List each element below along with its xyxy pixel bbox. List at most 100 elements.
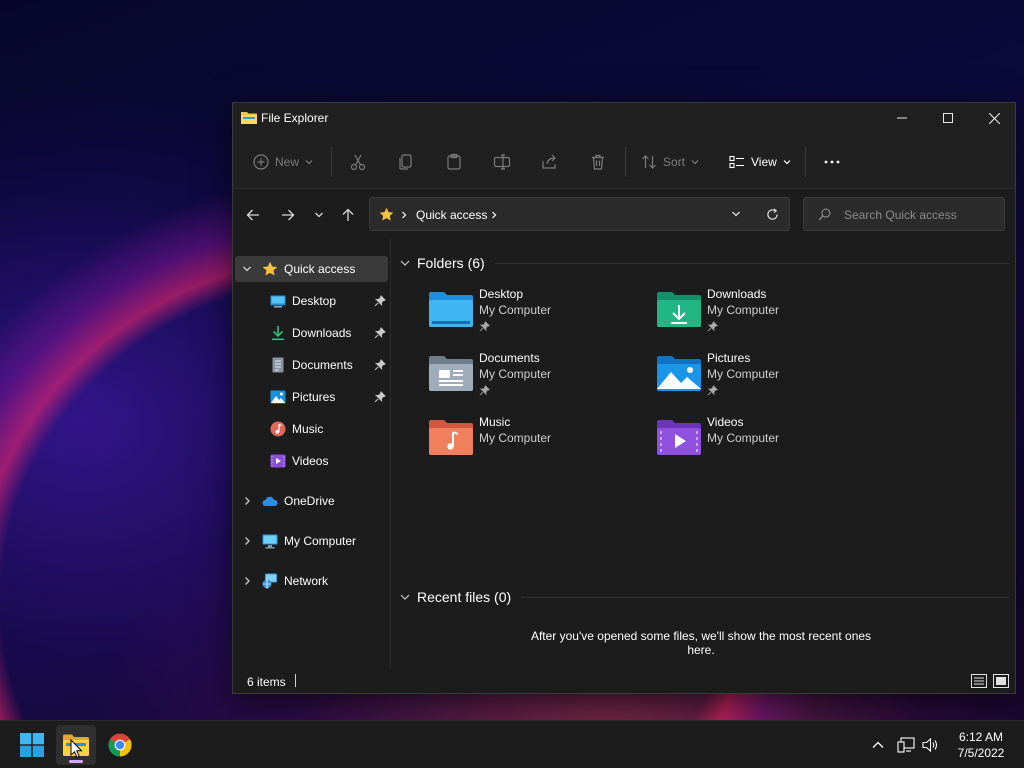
folder-tile-music[interactable]: Music My Computer [429, 415, 649, 471]
chevron-down-icon[interactable] [241, 263, 253, 275]
sidebar-item-label: Videos [292, 454, 329, 468]
chevron-down-icon [732, 211, 740, 217]
cut-button[interactable] [349, 151, 367, 173]
copy-button[interactable] [397, 151, 415, 173]
pin-icon[interactable] [374, 359, 386, 371]
new-button[interactable]: New [253, 151, 314, 173]
address-bar[interactable]: Quick access [369, 197, 790, 231]
sort-button[interactable]: Sort [641, 151, 700, 173]
sidebar-item-my-computer[interactable]: My Computer [235, 528, 388, 554]
command-bar: New Sort View [233, 133, 1015, 189]
pin-icon [707, 321, 718, 332]
pin-icon[interactable] [374, 327, 386, 339]
breadcrumb-quick-access[interactable]: Quick access [416, 208, 487, 222]
pictures-folder-icon [657, 356, 701, 391]
download-icon [272, 326, 284, 341]
refresh-icon [766, 207, 778, 220]
up-button[interactable] [338, 205, 358, 225]
chevron-right-icon[interactable] [241, 535, 253, 547]
close-icon [988, 112, 1000, 124]
window-title: File Explorer [261, 111, 329, 125]
more-options-button[interactable] [823, 151, 841, 173]
sort-icon [642, 155, 656, 169]
share-button[interactable] [541, 151, 559, 173]
folder-name: Music [479, 415, 511, 429]
recent-locations-button[interactable] [309, 205, 329, 225]
folder-name: Documents [479, 351, 540, 365]
view-button[interactable]: View [729, 151, 792, 173]
arrow-right-icon [282, 209, 295, 221]
sidebar-item-downloads[interactable]: Downloads [235, 320, 388, 346]
rename-button[interactable] [493, 151, 511, 173]
sidebar-item-music[interactable]: Music [235, 416, 388, 442]
sidebar-item-pictures[interactable]: Pictures [235, 384, 388, 410]
chevron-right-icon[interactable] [490, 211, 498, 219]
search-input[interactable] [844, 207, 994, 223]
trash-icon [592, 154, 604, 170]
chevron-down-icon[interactable] [399, 591, 411, 603]
recent-files-group-header[interactable]: Recent files (0) [399, 587, 1009, 607]
folder-tile-downloads[interactable]: Downloads My Computer [657, 287, 877, 343]
copy-icon [399, 154, 412, 170]
more-icon [824, 160, 840, 164]
video-icon [270, 454, 286, 468]
volume-button[interactable] [921, 735, 941, 755]
refresh-button[interactable] [764, 206, 780, 222]
sidebar-item-desktop[interactable]: Desktop [235, 288, 388, 314]
pin-icon [479, 321, 490, 332]
chevron-right-icon[interactable] [241, 495, 253, 507]
details-view-button[interactable] [971, 674, 987, 688]
taskbar-file-explorer-button[interactable] [56, 725, 96, 765]
sidebar-item-onedrive[interactable]: OneDrive [235, 488, 388, 514]
sidebar-item-label: Music [292, 422, 324, 436]
sidebar-item-documents[interactable]: Documents [235, 352, 388, 378]
folders-group-header[interactable]: Folders (6) [399, 253, 1009, 273]
search-box[interactable] [803, 197, 1005, 231]
search-icon [818, 208, 831, 221]
recent-files-empty-message: After you've opened some files, we'll sh… [530, 629, 872, 657]
chevron-right-icon[interactable] [241, 575, 253, 587]
address-history-button[interactable] [728, 206, 744, 222]
title-bar[interactable]: File Explorer [233, 103, 1015, 133]
show-hidden-icons-button[interactable] [868, 735, 888, 755]
pin-icon[interactable] [374, 295, 386, 307]
minimize-button[interactable] [879, 103, 925, 133]
back-button[interactable] [243, 205, 263, 225]
taskbar-chrome-button[interactable] [100, 725, 140, 765]
toolbar-divider [805, 147, 806, 177]
chevron-down-icon [305, 160, 313, 165]
folder-location: My Computer [479, 431, 552, 445]
folder-tile-videos[interactable]: Videos My Computer [657, 415, 877, 471]
picture-icon [270, 390, 286, 404]
delete-button[interactable] [589, 151, 607, 173]
chevron-down-icon[interactable] [399, 257, 411, 269]
sidebar-item-quick-access[interactable]: Quick access [235, 256, 388, 282]
view-label: View [751, 155, 777, 169]
folder-name: Videos [707, 415, 744, 429]
pin-icon[interactable] [374, 391, 386, 403]
network-status-button[interactable] [896, 735, 916, 755]
folder-tile-pictures[interactable]: Pictures My Computer [657, 351, 877, 407]
sidebar-item-network[interactable]: Network [235, 568, 388, 594]
sidebar-item-label: OneDrive [284, 494, 335, 508]
share-icon [542, 154, 556, 169]
chevron-right-icon [402, 211, 407, 219]
windows-logo-icon [20, 733, 44, 757]
tiles-view-button[interactable] [993, 674, 1009, 688]
maximize-button[interactable] [925, 103, 971, 133]
close-button[interactable] [971, 103, 1017, 133]
arrow-up-icon [342, 208, 354, 221]
sort-label: Sort [663, 155, 686, 169]
navigation-bar: Quick access [233, 189, 1015, 239]
chevron-down-icon [315, 212, 323, 218]
paste-button[interactable] [445, 151, 463, 173]
folder-location: My Computer [707, 367, 780, 381]
folder-tile-desktop[interactable]: Desktop My Computer [429, 287, 649, 343]
folder-tile-documents[interactable]: Documents My Computer [429, 351, 649, 407]
sidebar-item-videos[interactable]: Videos [235, 448, 388, 474]
start-button[interactable] [12, 725, 52, 765]
folder-name: Pictures [707, 351, 751, 365]
forward-button[interactable] [278, 205, 298, 225]
folder-icon [241, 112, 257, 124]
taskbar-clock[interactable]: 6:12 AM 7/5/2022 [946, 729, 1016, 761]
